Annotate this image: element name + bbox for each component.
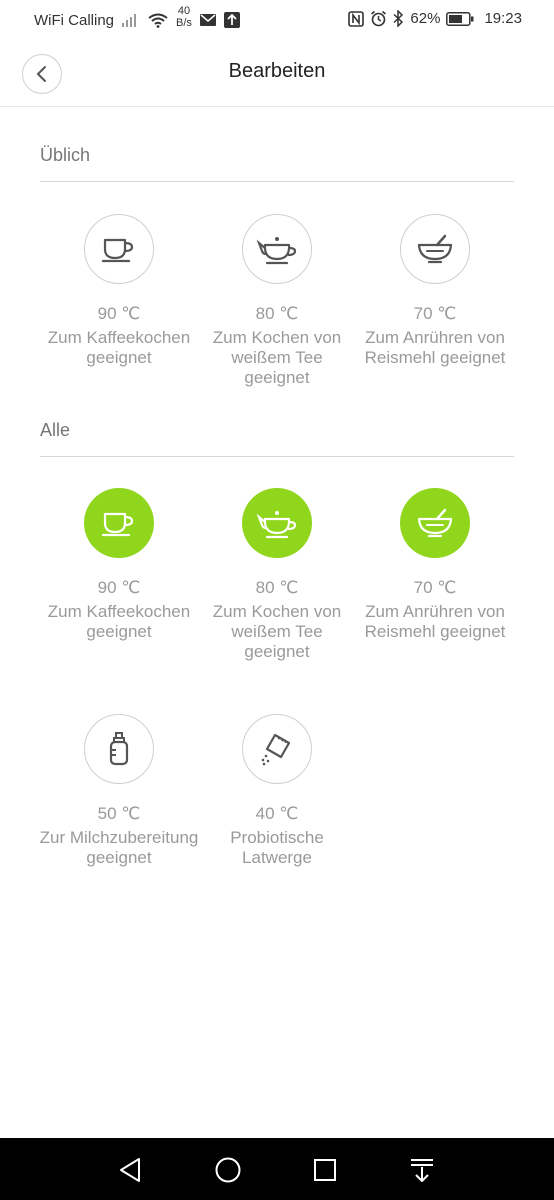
clock: 19:23: [484, 10, 522, 27]
mode-description: Zum Kaffeekochen geeignet: [47, 328, 191, 367]
wifi-icon: [148, 13, 168, 28]
teapot-icon: [256, 511, 297, 539]
mode-temperature: 70 ℃: [413, 578, 457, 597]
mode-icon-button[interactable]: [400, 214, 470, 284]
mode-temperature: 80 ℃: [255, 304, 299, 323]
nav-recents-button[interactable]: [311, 1156, 339, 1184]
mail-icon: [199, 14, 216, 26]
section-divider: [40, 456, 514, 457]
mode-temperature: 90 ℃: [97, 304, 141, 323]
teapot-icon: [256, 237, 297, 265]
baby-bottle-icon: [109, 732, 129, 766]
mode-item-rice-flour[interactable]: 70 ℃ Zum Anrühren von Reismehl geeignet: [355, 214, 515, 368]
square-recents-icon: [314, 1159, 336, 1181]
mode-icon-button[interactable]: [242, 714, 312, 784]
mode-item-white-tea[interactable]: 80 ℃ Zum Kochen von weißem Tee geeignet: [197, 488, 357, 662]
bluetooth-icon: [393, 10, 404, 27]
section-title-common: Üblich: [40, 145, 91, 165]
signal-icon: [122, 13, 140, 27]
mode-temperature: 50 ℃: [97, 804, 141, 823]
mode-description: Zum Kaffeekochen geeignet: [47, 602, 191, 641]
coffee-cup-icon: [101, 512, 134, 537]
mode-temperature: 80 ℃: [255, 578, 299, 597]
network-speed-unit: B/s: [176, 17, 192, 29]
bowl-icon: [417, 508, 453, 538]
section-divider: [40, 181, 514, 182]
mode-description: Probiotische Latwerge: [230, 828, 324, 867]
pull-down-icon: [411, 1159, 433, 1183]
nav-home-button[interactable]: [214, 1156, 242, 1184]
mode-temperature: 40 ℃: [255, 804, 299, 823]
mode-item-milk[interactable]: 50 ℃ Zur Milchzubereitung geeignet: [39, 714, 199, 868]
carrier-label: WiFi Calling: [34, 11, 115, 29]
mode-icon-button[interactable]: [400, 488, 470, 558]
alarm-icon: [370, 10, 387, 27]
mode-description: Zum Anrühren von Reismehl geeignet: [364, 328, 506, 367]
mode-description: Zum Kochen von weißem Tee geeignet: [212, 602, 342, 661]
upload-icon: [223, 12, 240, 28]
sachet-icon: [261, 733, 291, 766]
battery-percent: 62%: [410, 10, 441, 27]
mode-item-coffee[interactable]: 90 ℃ Zum Kaffeekochen geeignet: [39, 214, 199, 368]
system-nav-bar: [0, 1138, 554, 1200]
mode-item-rice-flour[interactable]: 70 ℃ Zum Anrühren von Reismehl geeignet: [355, 488, 515, 642]
nav-back-button[interactable]: [117, 1156, 145, 1184]
coffee-cup-icon: [101, 238, 134, 263]
mode-description: Zum Anrühren von Reismehl geeignet: [364, 602, 506, 641]
nfc-icon: [348, 10, 365, 27]
network-speed-value: 40: [177, 5, 191, 17]
battery-icon: [446, 11, 474, 26]
status-bar: WiFi Calling 40 B/s 62% 19:23: [0, 0, 554, 40]
app-header: Bearbeiten: [0, 40, 554, 107]
mode-icon-button[interactable]: [84, 214, 154, 284]
mode-temperature: 70 ℃: [413, 304, 457, 323]
mode-icon-button[interactable]: [84, 714, 154, 784]
mode-description: Zum Kochen von weißem Tee geeignet: [212, 328, 342, 387]
mode-description: Zur Milchzubereitung geeignet: [39, 828, 199, 867]
circle-home-icon: [215, 1157, 241, 1183]
mode-item-coffee[interactable]: 90 ℃ Zum Kaffeekochen geeignet: [39, 488, 199, 642]
mode-temperature: 90 ℃: [97, 578, 141, 597]
mode-icon-button[interactable]: [242, 488, 312, 558]
page-title: Bearbeiten: [228, 60, 326, 82]
nav-notifications-button[interactable]: [408, 1156, 436, 1184]
mode-item-white-tea[interactable]: 80 ℃ Zum Kochen von weißem Tee geeignet: [197, 214, 357, 388]
mode-item-probiotic[interactable]: 40 ℃ Probiotische Latwerge: [197, 714, 357, 868]
mode-icon-button[interactable]: [242, 214, 312, 284]
triangle-back-icon: [120, 1158, 140, 1182]
section-title-all: Alle: [40, 420, 71, 440]
mode-icon-button[interactable]: [84, 488, 154, 558]
network-speed: 40 B/s: [176, 5, 192, 29]
bowl-icon: [417, 234, 453, 264]
